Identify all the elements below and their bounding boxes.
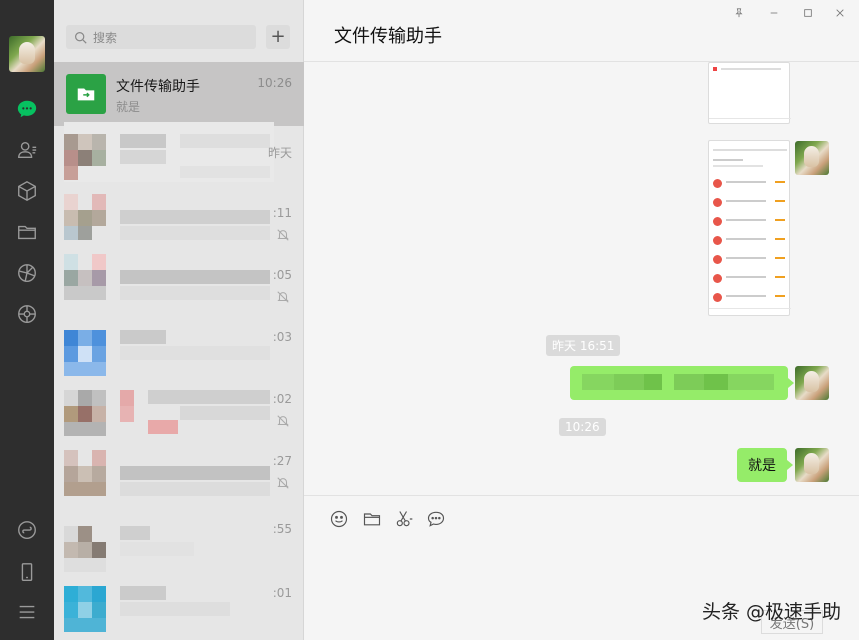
watermark-text: 头条 @极速手助 bbox=[701, 601, 841, 623]
channels-icon[interactable] bbox=[15, 302, 39, 326]
chat-history-icon[interactable] bbox=[425, 508, 447, 530]
conversation-item[interactable]: :27 bbox=[54, 436, 304, 498]
favorites-icon[interactable] bbox=[15, 179, 39, 203]
conversation-time: 昨天 bbox=[267, 146, 292, 160]
conversation-time: :11 bbox=[272, 206, 292, 220]
folder-icon[interactable] bbox=[361, 508, 383, 530]
conversation-time: :05 bbox=[272, 268, 292, 282]
maximize-icon[interactable] bbox=[793, 4, 823, 22]
menu-icon[interactable] bbox=[15, 600, 39, 624]
chat-icon[interactable] bbox=[15, 97, 39, 121]
conversation-item[interactable]: :02 bbox=[54, 374, 304, 436]
conversation-item-file-transfer[interactable]: 文件传输助手 10:26 就是 bbox=[54, 62, 304, 126]
text-message[interactable]: 就是 bbox=[737, 448, 793, 482]
message-timestamp: 10:26 bbox=[559, 418, 606, 436]
conversation-item[interactable]: :03 bbox=[54, 312, 304, 374]
conversation-time: :03 bbox=[272, 330, 292, 344]
sender-avatar[interactable] bbox=[795, 448, 829, 482]
conversation-item[interactable]: :01 bbox=[54, 568, 304, 630]
file-transfer-icon bbox=[66, 74, 106, 114]
scissors-icon[interactable] bbox=[393, 508, 415, 530]
search-icon bbox=[75, 31, 87, 44]
message-timestamp: 昨天 16:51 bbox=[546, 335, 621, 356]
mute-icon bbox=[277, 291, 289, 303]
conversation-time: :01 bbox=[272, 586, 292, 600]
chat-header: 文件传输助手 bbox=[304, 0, 859, 62]
close-icon[interactable] bbox=[825, 4, 855, 22]
chat-title: 文件传输助手 bbox=[334, 26, 442, 47]
conversation-item[interactable]: :05 bbox=[54, 250, 304, 312]
sender-avatar[interactable] bbox=[795, 141, 829, 175]
contacts-icon[interactable] bbox=[15, 138, 39, 162]
mute-icon bbox=[277, 477, 289, 489]
conversation-time: 10:26 bbox=[257, 76, 292, 90]
message-input-area[interactable]: 发送(S) 头条 @极速手助 bbox=[304, 495, 859, 640]
sender-avatar[interactable] bbox=[795, 366, 829, 400]
image-message[interactable] bbox=[708, 62, 791, 124]
mini-program-icon[interactable] bbox=[15, 518, 39, 542]
add-button[interactable]: + bbox=[266, 25, 290, 49]
conversation-name: 文件传输助手 bbox=[116, 79, 200, 95]
image-message[interactable] bbox=[708, 140, 791, 316]
emoji-icon[interactable] bbox=[328, 508, 350, 530]
search-input[interactable]: 搜索 bbox=[66, 25, 256, 49]
phone-icon[interactable] bbox=[15, 560, 39, 584]
moments-icon[interactable] bbox=[15, 261, 39, 285]
conversation-time: :02 bbox=[272, 392, 292, 406]
conversation-time: :55 bbox=[272, 522, 292, 536]
mute-icon bbox=[277, 229, 289, 241]
mute-icon bbox=[277, 415, 289, 427]
conversation-item[interactable]: :11 bbox=[54, 188, 304, 250]
conversation-preview: 就是 bbox=[116, 100, 141, 114]
minimize-icon[interactable] bbox=[759, 4, 789, 22]
conversation-list: 搜索 + 文件传输助手 10:26 就是 昨天:11:05:03:02 … bbox=[54, 0, 304, 640]
conversation-item[interactable]: 昨天 bbox=[54, 126, 304, 188]
chat-panel: 文件传输助手 昨天 16:51 10:26 就是 发送(S) 头条 @极速手助 bbox=[304, 0, 859, 640]
user-avatar[interactable] bbox=[9, 36, 45, 72]
redacted-message[interactable] bbox=[570, 366, 794, 400]
search-placeholder: 搜索 bbox=[93, 30, 118, 45]
folder-icon[interactable] bbox=[15, 220, 39, 244]
pin-icon[interactable] bbox=[724, 4, 754, 22]
conversation-item[interactable]: :55 bbox=[54, 504, 304, 566]
conversation-time: :27 bbox=[272, 454, 292, 468]
nav-rail bbox=[0, 0, 54, 640]
